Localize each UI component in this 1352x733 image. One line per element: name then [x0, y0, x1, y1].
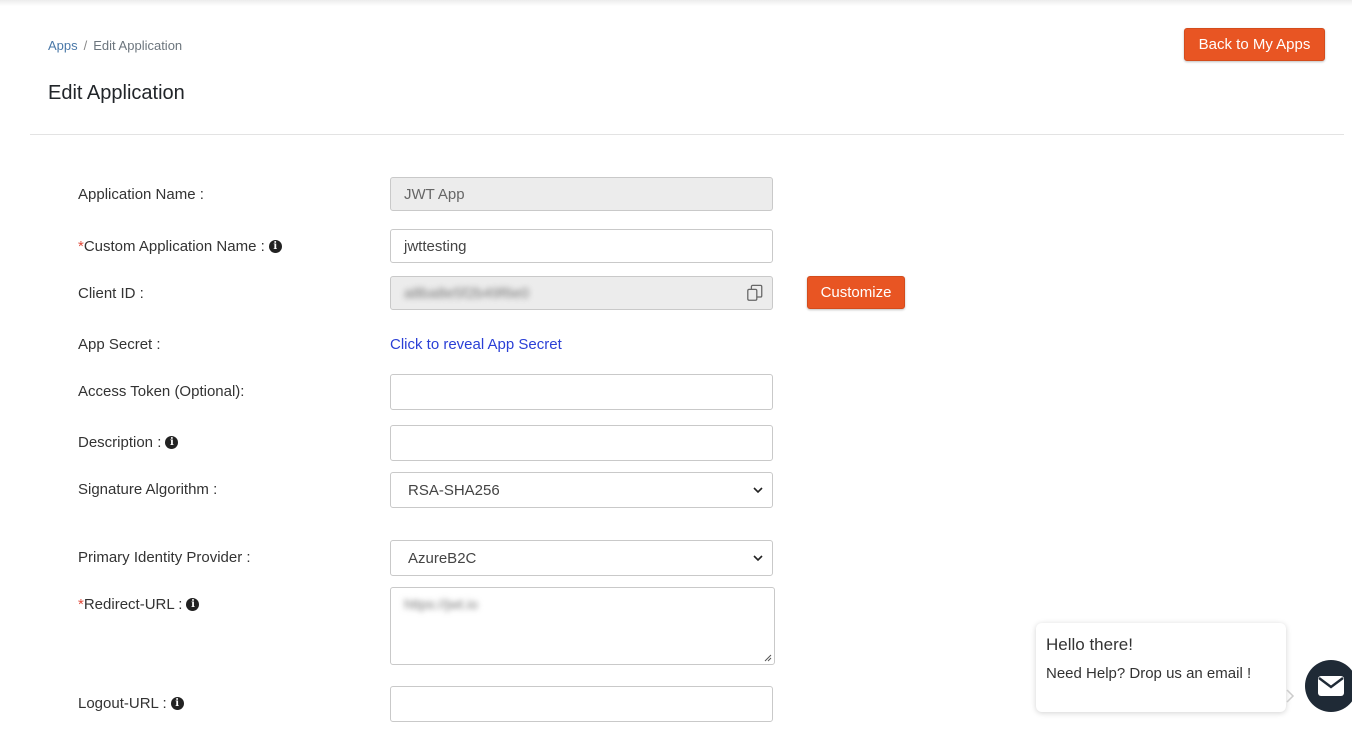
redirect-url-value: https://jwt.io: [404, 596, 478, 612]
app-secret-label: App Secret :: [78, 336, 161, 353]
access-token-input[interactable]: [390, 374, 773, 410]
chat-mail-button[interactable]: [1305, 660, 1352, 712]
chevron-down-icon: [753, 487, 763, 494]
header-divider: [30, 134, 1344, 135]
logout-url-label: Logout-URL :i: [78, 695, 184, 712]
primary-idp-label: Primary Identity Provider :: [78, 549, 251, 566]
info-icon[interactable]: i: [186, 598, 200, 611]
client-id-label-text: Client ID :: [78, 285, 144, 302]
application-name-label-text: Application Name :: [78, 186, 204, 203]
signature-algorithm-label-text: Signature Algorithm :: [78, 481, 218, 498]
info-icon[interactable]: i: [170, 697, 184, 710]
chat-subtitle: Need Help? Drop us an email !: [1046, 665, 1252, 682]
application-name-value: JWT App: [404, 185, 465, 203]
application-name-field: JWT App: [390, 177, 773, 211]
primary-idp-value: AzureB2C: [408, 549, 477, 567]
customize-button[interactable]: Customize: [807, 276, 905, 309]
chevron-down-icon: [753, 555, 763, 562]
description-input[interactable]: [390, 425, 773, 461]
breadcrumb: Apps / Edit Application: [48, 38, 182, 53]
description-label: Description :i: [78, 434, 179, 451]
copy-icon[interactable]: [746, 284, 764, 302]
mail-icon: [1318, 676, 1344, 696]
logout-url-input[interactable]: [390, 686, 773, 722]
custom-application-name-label-text: Custom Application Name :: [83, 238, 265, 255]
chat-title: Hello there!: [1046, 635, 1133, 654]
logout-url-label-text: Logout-URL :: [78, 695, 167, 712]
access-token-label-text: Access Token (Optional):: [78, 383, 245, 400]
redirect-url-label: * Redirect-URL :i: [78, 596, 200, 613]
client-id-value: a8ba8e5f2b49f6e0: [404, 284, 530, 302]
access-token-label: Access Token (Optional):: [78, 383, 244, 400]
breadcrumb-apps-link[interactable]: Apps: [48, 38, 78, 53]
breadcrumb-separator: /: [83, 38, 88, 53]
client-id-label: Client ID :: [78, 285, 144, 302]
signature-algorithm-select[interactable]: RSA-SHA256: [390, 472, 773, 508]
primary-idp-label-text: Primary Identity Provider :: [78, 549, 251, 566]
custom-application-name-label: * Custom Application Name :i: [78, 238, 282, 255]
resize-handle-icon[interactable]: [764, 654, 772, 662]
info-icon[interactable]: i: [268, 240, 282, 253]
custom-application-name-input[interactable]: jwttesting: [390, 229, 773, 263]
custom-application-name-value: jwttesting: [404, 237, 467, 255]
client-id-field: a8ba8e5f2b49f6e0: [390, 276, 773, 310]
redirect-url-textarea[interactable]: https://jwt.io: [390, 587, 775, 665]
signature-algorithm-value: RSA-SHA256: [408, 481, 500, 499]
reveal-app-secret-link[interactable]: Click to reveal App Secret: [390, 336, 562, 353]
page-title: Edit Application: [48, 82, 185, 104]
redirect-url-label-text: Redirect-URL :: [83, 596, 183, 613]
chat-bubble[interactable]: Hello there! Need Help? Drop us an email…: [1036, 623, 1286, 712]
top-shadow: [0, 0, 1352, 6]
app-secret-label-text: App Secret :: [78, 336, 161, 353]
chevron-right-icon: [1286, 689, 1295, 703]
back-to-my-apps-button[interactable]: Back to My Apps: [1184, 28, 1325, 61]
description-label-text: Description :: [78, 434, 162, 451]
info-icon[interactable]: i: [165, 436, 179, 449]
signature-algorithm-label: Signature Algorithm :: [78, 481, 217, 498]
breadcrumb-current: Edit Application: [93, 38, 183, 53]
application-name-label: Application Name :: [78, 186, 204, 203]
primary-idp-select[interactable]: AzureB2C: [390, 540, 773, 576]
